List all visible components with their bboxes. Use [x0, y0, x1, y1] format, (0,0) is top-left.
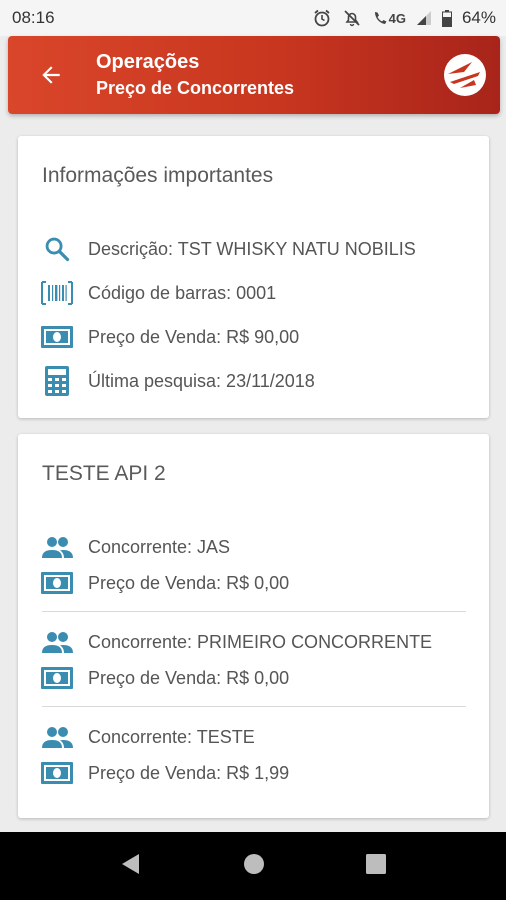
battery-icon	[441, 9, 452, 27]
notifications-off-icon	[342, 8, 362, 28]
money-icon	[40, 566, 74, 600]
competitor-price-row: Preço de Venda: R$ 0,00	[40, 566, 289, 600]
signal-icon	[416, 10, 432, 26]
competitor-row[interactable]: Concorrente: PRIMEIRO CONCORRENTE	[40, 625, 432, 659]
money-icon	[40, 320, 74, 354]
status-icons: 4G 64%	[312, 8, 496, 28]
circle-home-icon	[243, 853, 264, 874]
page-title: Operações	[96, 51, 200, 73]
info-row-description: Descrição: TST WHISKY NATU NOBILIS	[40, 232, 416, 266]
network-type: 4G	[388, 10, 406, 26]
barcode-text: Código de barras: 0001	[88, 282, 277, 303]
competitor-price-row: Preço de Venda: R$ 1,99	[40, 756, 289, 790]
nav-back-button[interactable]	[119, 852, 143, 881]
page-subtitle: Preço de Concorrentes	[96, 78, 295, 98]
competitor-price: Preço de Venda: R$ 0,00	[88, 667, 290, 688]
barcode-icon	[40, 276, 74, 310]
competitors-card-title: TESTE API 2	[42, 462, 166, 485]
info-row-last-search: Última pesquisa: 23/11/2018	[40, 364, 315, 398]
back-button[interactable]	[20, 36, 82, 114]
info-card: Informações importantes Descrição: TST W…	[18, 136, 489, 418]
divider	[42, 611, 466, 612]
app-bar: Operações Preço de Concorrentes	[8, 36, 500, 114]
competitor-price: Preço de Venda: R$ 0,00	[88, 572, 290, 593]
app-bar-titles: Operações Preço de Concorrentes	[96, 49, 294, 101]
calculator-icon	[40, 364, 74, 398]
square-recents-icon	[365, 853, 386, 874]
triangle-back-icon	[122, 853, 140, 874]
competitor-row[interactable]: Concorrente: JAS	[40, 530, 230, 564]
competitor-price-row: Preço de Venda: R$ 0,00	[40, 661, 289, 695]
info-row-barcode: Código de barras: 0001	[40, 276, 276, 310]
competitors-card: TESTE API 2 Concorrente: JAS Preço de Ve…	[18, 434, 489, 818]
sale-price-text: Preço de Venda: R$ 90,00	[88, 326, 300, 347]
status-time: 08:16	[12, 8, 55, 27]
alarm-icon	[312, 8, 332, 28]
description-text: Descrição: TST WHISKY NATU NOBILIS	[88, 238, 416, 259]
system-nav-bar	[0, 832, 506, 900]
money-icon	[40, 661, 74, 695]
people-icon	[40, 625, 74, 659]
info-card-title: Informações importantes	[42, 164, 274, 187]
info-row-price: Preço de Venda: R$ 90,00	[40, 320, 299, 354]
divider	[42, 706, 466, 707]
people-icon	[40, 530, 74, 564]
nav-home-button[interactable]	[242, 852, 266, 881]
people-icon	[40, 720, 74, 754]
battery-percentage: 64%	[461, 8, 496, 27]
competitor-name: Concorrente: PRIMEIRO CONCORRENTE	[88, 631, 433, 652]
money-icon	[40, 756, 74, 790]
competitor-row[interactable]: Concorrente: TESTE	[40, 720, 255, 754]
search-icon	[40, 232, 74, 266]
arrow-back-icon	[42, 66, 60, 84]
call-signal-icon: 4G	[372, 9, 406, 27]
nav-recents-button[interactable]	[365, 853, 387, 880]
brand-logo	[442, 52, 488, 98]
last-search-text: Última pesquisa: 23/11/2018	[88, 370, 315, 391]
competitor-name: Concorrente: JAS	[88, 536, 231, 557]
competitor-price: Preço de Venda: R$ 1,99	[88, 762, 290, 783]
status-bar: 08:16 4G 64%	[0, 0, 506, 36]
competitor-name: Concorrente: TESTE	[88, 726, 255, 747]
